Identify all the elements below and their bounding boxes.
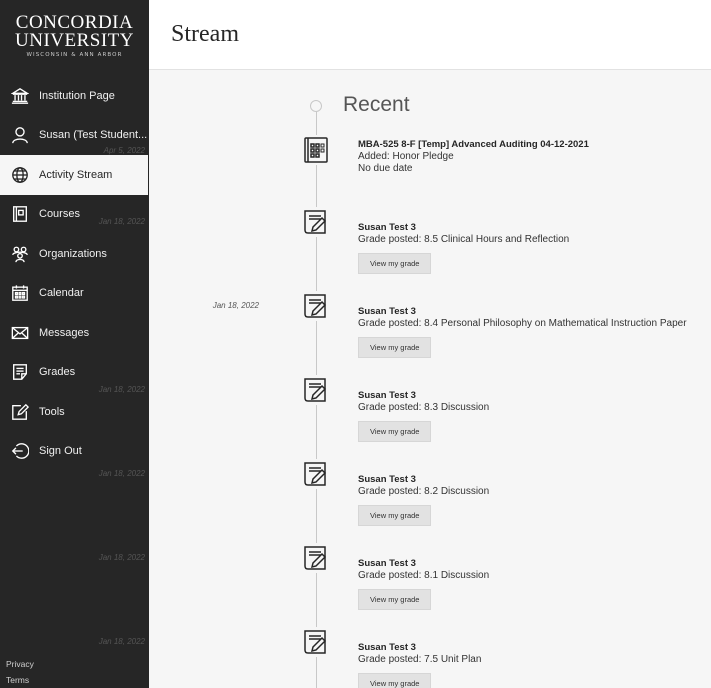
sidebar-item-organizations[interactable]: Organizations [0, 234, 149, 274]
item-title[interactable]: Susan Test 3 [358, 222, 711, 233]
item-detail: Grade posted: 7.5 Unit Plan [358, 654, 482, 665]
section-heading-recent: Recent [343, 93, 410, 116]
item-date: Apr 5, 2022 [103, 146, 145, 155]
envelope-icon [10, 323, 30, 343]
logo-line-3: WISCONSIN & ANN ARBOR [26, 52, 123, 58]
page-header: Stream [149, 0, 711, 70]
sidebar-item-label: Messages [39, 326, 90, 339]
item-detail: Grade posted: 8.5 Clinical Hours and Ref… [358, 234, 570, 245]
view-my-grade-button[interactable]: View my grade [358, 253, 432, 274]
item-title[interactable]: Susan Test 3 [358, 390, 711, 401]
university-logo[interactable]: CONCORDIA UNIVERSITY WISCONSIN & ANN ARB… [0, 0, 149, 70]
sidebar-footer: Privacy Terms [6, 656, 34, 688]
sidebar-item-tools[interactable]: Tools [0, 392, 149, 432]
calendar-grid-icon [301, 135, 331, 165]
sidebar-item-label: Organizations [39, 247, 107, 260]
item-detail: Grade posted: 8.1 Discussion [358, 570, 490, 581]
item-date: Jan 18, 2022 [98, 469, 145, 478]
item-content: Susan Test 3 Grade posted: 8.1 Discussio… [358, 558, 711, 610]
item-title[interactable]: Susan Test 3 [358, 642, 711, 653]
sidebar-item-messages[interactable]: Messages [0, 313, 149, 353]
sidebar-item-label: Grades [39, 366, 76, 379]
view-my-grade-button[interactable]: View my grade [358, 673, 432, 688]
item-title[interactable]: Susan Test 3 [358, 558, 711, 569]
item-content: MBA-525 8-F [Temp] Advanced Auditing 04-… [358, 139, 711, 174]
item-title[interactable]: MBA-525 8-F [Temp] Advanced Auditing 04-… [358, 139, 711, 150]
sidebar: CONCORDIA UNIVERSITY WISCONSIN & ANN ARB… [0, 0, 149, 688]
grades-icon [10, 362, 30, 382]
view-my-grade-button[interactable]: View my grade [358, 421, 432, 442]
item-detail: Grade posted: 8.2 Discussion [358, 486, 490, 497]
sidebar-nav: Institution Page Susan (Test Student... … [0, 76, 149, 471]
item-detail: Grade posted: 8.4 Personal Philosophy on… [358, 318, 687, 329]
logo-line-2: UNIVERSITY [15, 30, 134, 51]
sidebar-item-activity-stream[interactable]: Activity Stream [0, 155, 148, 195]
item-date: Jan 18, 2022 [212, 301, 259, 310]
sidebar-item-label: Sign Out [39, 445, 82, 458]
sidebar-item-label: Susan (Test Student... [39, 129, 148, 142]
item-title[interactable]: Susan Test 3 [358, 306, 711, 317]
grade-document-icon [301, 627, 331, 657]
item-detail: Added: Honor Pledge [358, 151, 454, 162]
item-due-date: No due date [358, 163, 413, 174]
user-icon [10, 125, 30, 145]
sidebar-item-institution-page[interactable]: Institution Page [0, 76, 149, 116]
sidebar-item-sign-out[interactable]: Sign Out [0, 432, 149, 472]
sidebar-item-label: Institution Page [39, 89, 115, 102]
item-date: Jan 18, 2022 [98, 553, 145, 562]
globe-icon [10, 165, 30, 185]
timeline-dot [310, 100, 322, 112]
item-content: Susan Test 3 Grade posted: 8.2 Discussio… [358, 474, 711, 526]
item-content: Susan Test 3 Grade posted: 8.3 Discussio… [358, 390, 711, 442]
item-date: Jan 18, 2022 [98, 217, 145, 226]
activity-stream: Recent Apr 5, 2022 MBA-525 8-F [Temp] Ad… [99, 71, 711, 688]
view-my-grade-button[interactable]: View my grade [358, 505, 432, 526]
item-content: Susan Test 3 Grade posted: 8.5 Clinical … [358, 222, 711, 274]
sidebar-item-courses[interactable]: Courses [0, 195, 149, 235]
tools-icon [10, 402, 30, 422]
sidebar-item-label: Activity Stream [39, 168, 113, 181]
item-detail: Grade posted: 8.3 Discussion [358, 402, 490, 413]
grade-document-icon [301, 291, 331, 321]
privacy-link[interactable]: Privacy [6, 656, 34, 672]
item-date: Jan 18, 2022 [98, 637, 145, 646]
item-content: Susan Test 3 Grade posted: 7.5 Unit Plan… [358, 642, 711, 688]
view-my-grade-button[interactable]: View my grade [358, 337, 432, 358]
terms-link[interactable]: Terms [6, 672, 34, 688]
item-content: Susan Test 3 Grade posted: 8.4 Personal … [358, 306, 711, 358]
grade-document-icon [301, 375, 331, 405]
page-title: Stream [171, 21, 239, 47]
grade-document-icon [301, 459, 331, 489]
item-date: Jan 18, 2022 [98, 385, 145, 394]
institution-icon [10, 86, 30, 106]
view-my-grade-button[interactable]: View my grade [358, 589, 432, 610]
sidebar-item-label: Calendar [39, 287, 84, 300]
item-title[interactable]: Susan Test 3 [358, 474, 711, 485]
sidebar-item-calendar[interactable]: Calendar [0, 274, 149, 314]
calendar-icon [10, 283, 30, 303]
grade-document-icon [301, 207, 331, 237]
grade-document-icon [301, 543, 331, 573]
sidebar-item-label: Tools [39, 405, 65, 418]
organizations-icon [10, 244, 30, 264]
sign-out-icon [10, 441, 30, 461]
